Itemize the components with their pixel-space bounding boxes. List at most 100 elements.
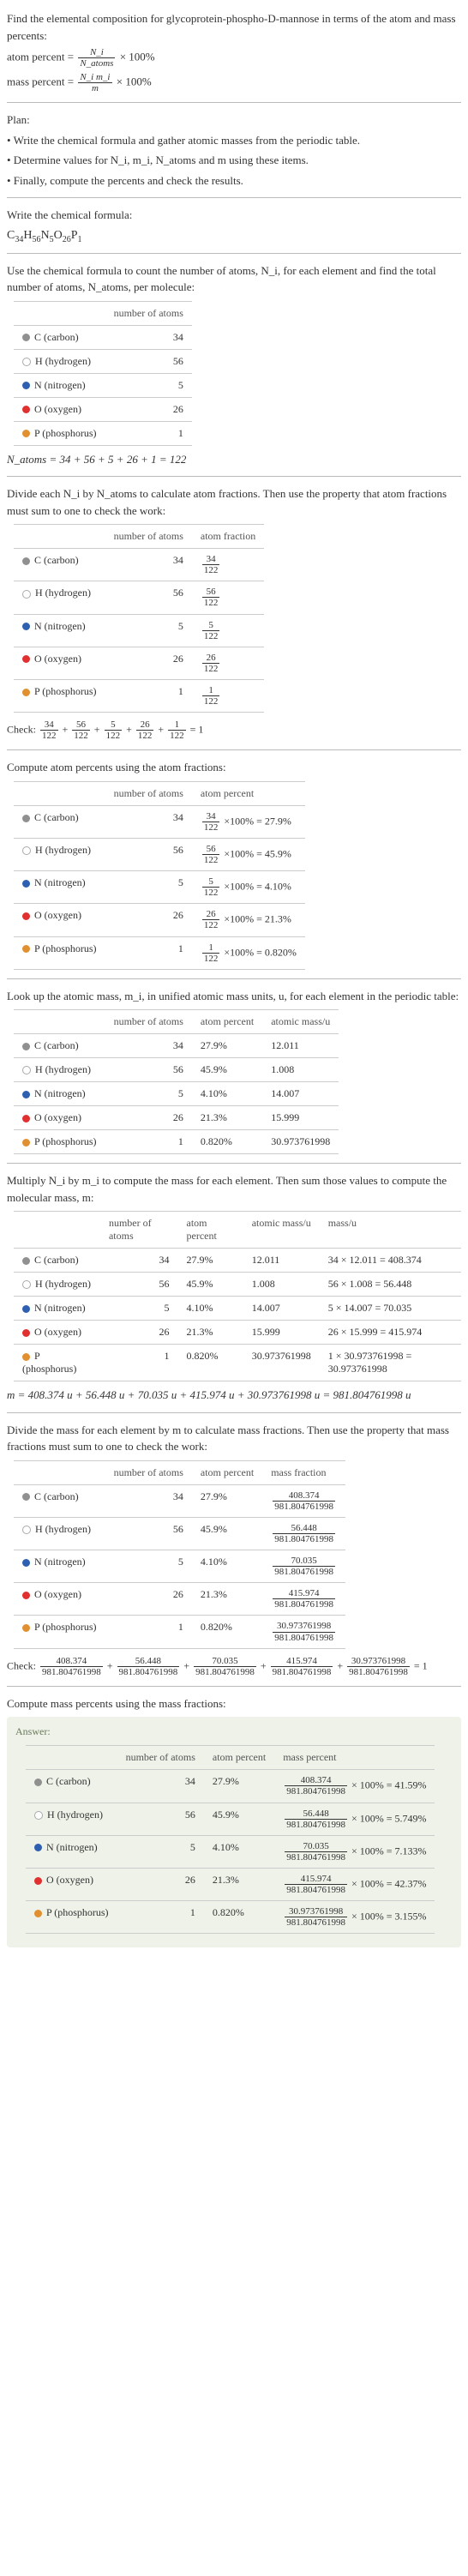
- percent-cell: 0.820%: [192, 1130, 262, 1154]
- frac-num: 415.974: [273, 1588, 335, 1599]
- element-name: P (phosphorus): [34, 685, 97, 697]
- mass-per-element-text: Multiply N_i by m_i to compute the mass …: [7, 1172, 461, 1206]
- table-row: O (oxygen)2626122: [14, 647, 264, 679]
- percent-cell: 34122 ×100% = 27.9%: [192, 805, 305, 838]
- header-empty: [14, 1010, 105, 1034]
- element-name: C (carbon): [34, 1490, 79, 1502]
- percent-cell: 21.3%: [204, 1868, 274, 1900]
- table-row: C (carbon)3427.9%408.374981.804761998 × …: [26, 1770, 435, 1803]
- frac-den: 981.804761998: [40, 1667, 103, 1677]
- element-dot-icon: [22, 1493, 30, 1501]
- frac-num: N_i m_i: [78, 72, 111, 83]
- plan-bullet-2: • Determine values for N_i, m_i, N_atoms…: [7, 152, 461, 169]
- element-name: P (phosphorus): [46, 1906, 109, 1918]
- table-row: O (oxygen)2621.3%415.974981.804761998: [14, 1583, 345, 1616]
- frac-num: 26: [202, 653, 220, 664]
- mass-fraction-cell: 70.035981.804761998: [262, 1550, 345, 1583]
- element-dot-icon: [22, 557, 30, 565]
- table-header-row: number of atoms atom percent atomic mass…: [14, 1010, 339, 1034]
- mass-fraction-cell: 56.448981.804761998: [262, 1517, 345, 1550]
- element-name: H (hydrogen): [35, 1523, 91, 1535]
- count-cell: 26: [105, 1583, 192, 1616]
- element-name: H (hydrogen): [35, 1063, 91, 1075]
- mass-percent-value: × 100% = 41.59%: [351, 1779, 427, 1791]
- element-dot-icon: [34, 1844, 42, 1851]
- table-header-row: number of atoms atom percent atomic mass…: [14, 1212, 461, 1249]
- table-mass-u: number of atoms atom percent atomic mass…: [14, 1211, 461, 1381]
- header-atom-percent: atom percent: [192, 1460, 262, 1484]
- header-atomic-mass: atomic mass/u: [262, 1010, 339, 1034]
- mass-percent-value: × 100% = 5.749%: [351, 1812, 427, 1824]
- frac-num: 56.448: [285, 1809, 347, 1820]
- table-row: P (phosphorus)10.820%30.973761998: [14, 1130, 339, 1154]
- element-name: H (hydrogen): [35, 1278, 91, 1290]
- count-cell: 5: [105, 1082, 192, 1106]
- percent-value: 4.10%: [265, 881, 291, 893]
- frac-num: 30.973761998: [273, 1621, 335, 1632]
- element-cell: O (oxygen): [14, 1583, 105, 1616]
- formula-elem-p: P: [71, 229, 78, 242]
- table-row: N (nitrogen)54.10%14.0075 × 14.007 = 70.…: [14, 1297, 461, 1321]
- table-row: H (hydrogen)5645.9%1.00856 × 1.008 = 56.…: [14, 1273, 461, 1297]
- element-name: H (hydrogen): [35, 355, 91, 367]
- frac-den: 122: [105, 731, 123, 741]
- divider: [7, 253, 461, 254]
- frac-den: 981.804761998: [271, 1667, 333, 1677]
- element-dot-icon: [22, 1305, 30, 1313]
- frac-den: 981.804761998: [194, 1667, 256, 1677]
- mass-fraction-cell: 408.374981.804761998: [262, 1484, 345, 1517]
- element-cell: P (phosphorus): [14, 936, 105, 969]
- table-row: P (phosphorus)1: [14, 421, 192, 445]
- frac-num: 1: [168, 719, 186, 731]
- count-cell: 1: [100, 1345, 178, 1381]
- element-cell: O (oxygen): [14, 647, 105, 679]
- element-dot-icon: [34, 1779, 42, 1786]
- answer-label: Answer:: [15, 1725, 453, 1738]
- percent-cell: 45.9%: [204, 1803, 274, 1835]
- frac-den: 981.804761998: [117, 1667, 180, 1677]
- table-row: P (phosphorus)11122: [14, 679, 264, 712]
- count-cell: 34: [105, 805, 192, 838]
- divider: [7, 978, 461, 979]
- frac-num: 5: [105, 719, 123, 731]
- frac-num: 26: [202, 909, 220, 920]
- header-mass-fraction: mass fraction: [262, 1460, 345, 1484]
- mass-percents-text: Compute mass percents using the mass fra…: [7, 1695, 461, 1712]
- percent-cell: 0.820%: [178, 1345, 243, 1381]
- product-cell: 1 × 30.973761998 = 30.973761998: [320, 1345, 461, 1381]
- table-atom-percents: number of atoms atom percent C (carbon)3…: [14, 781, 305, 970]
- element-dot-icon: [22, 945, 30, 953]
- mass-fraction-cell: 30.973761998981.804761998: [262, 1616, 345, 1648]
- frac-den: 122: [40, 731, 58, 741]
- frac-den: 981.804761998: [273, 1633, 335, 1643]
- frac-den: 122: [202, 631, 220, 641]
- table-mass-fractions: number of atoms atom percent mass fracti…: [14, 1460, 345, 1649]
- mass-percent-cell: 415.974981.804761998 × 100% = 42.37%: [274, 1868, 435, 1900]
- element-dot-icon: [22, 590, 31, 599]
- element-dot-icon: [22, 1115, 30, 1122]
- element-dot-icon: [22, 912, 30, 920]
- mass-percent-cell: 70.035981.804761998 × 100% = 7.133%: [274, 1835, 435, 1868]
- element-name: P (phosphorus): [34, 942, 97, 954]
- percent-value: 0.820%: [265, 946, 297, 958]
- frac-num: 56.448: [117, 1656, 180, 1667]
- frac-num: 30.973761998: [285, 1906, 347, 1917]
- percent-value: 27.9%: [265, 815, 291, 827]
- frac-num: 1: [202, 685, 220, 696]
- mass-percent-lhs: mass percent =: [7, 75, 74, 88]
- check-equals-one: = 1: [190, 723, 204, 735]
- frac-den: 981.804761998: [285, 1917, 347, 1928]
- element-name: N (nitrogen): [34, 1087, 86, 1099]
- mass-percent-value: × 100% = 42.37%: [351, 1877, 427, 1889]
- intro-text: Find the elemental composition for glyco…: [7, 10, 461, 44]
- table-row: H (hydrogen)5645.9%56.448981.804761998: [14, 1517, 345, 1550]
- element-dot-icon: [22, 1559, 30, 1567]
- percent-cell: 27.9%: [204, 1770, 274, 1803]
- percent-cell: 27.9%: [178, 1249, 243, 1273]
- mass-cell: 1.008: [243, 1273, 320, 1297]
- frac-den: 981.804761998: [273, 1599, 335, 1610]
- frac-num: N_i: [78, 47, 115, 58]
- formula-sub-o: 26: [63, 235, 71, 244]
- count-cell: 56: [100, 1273, 178, 1297]
- element-cell: P (phosphorus): [14, 1130, 105, 1154]
